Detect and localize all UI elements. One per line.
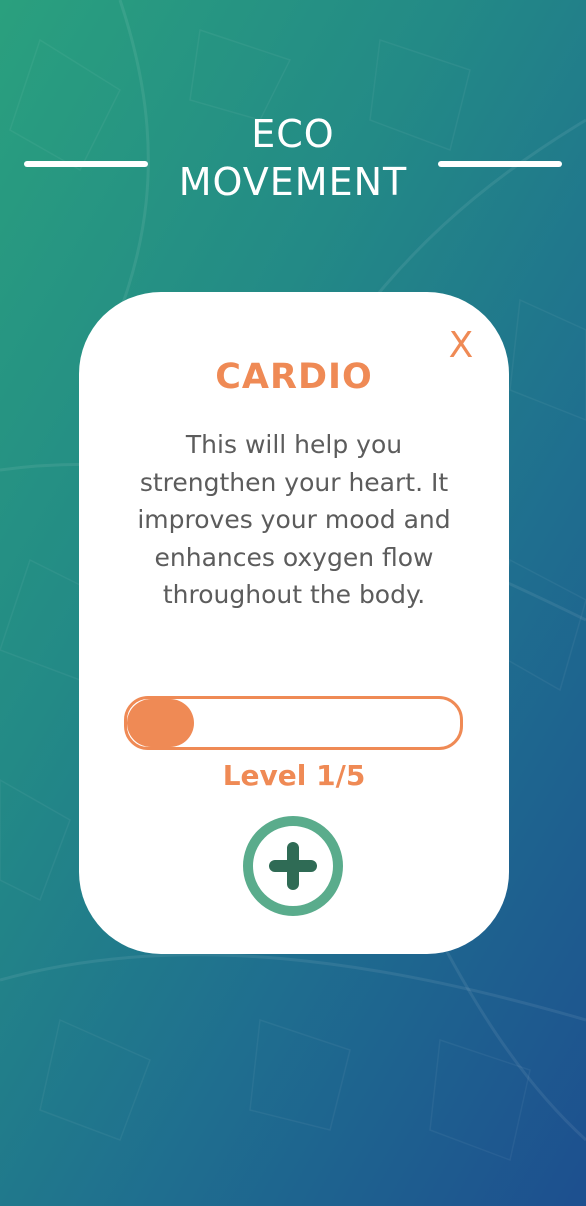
exercise-card: X CARDIO This will help you strengthen y…: [79, 292, 509, 954]
app-title-line1: ECO: [251, 112, 335, 156]
plus-circle-icon: [243, 816, 343, 916]
app-title-line2: MOVEMENT: [178, 160, 408, 204]
app-title: ECO MOVEMENT: [150, 110, 436, 206]
add-level-button[interactable]: [242, 815, 344, 917]
level-progress-fill: [127, 699, 194, 747]
header-divider-right: [438, 161, 562, 167]
exercise-title: CARDIO: [215, 357, 373, 397]
header-divider-left: [24, 161, 148, 167]
level-label: Level 1/5: [222, 759, 366, 792]
level-progress-bar: [124, 696, 463, 750]
app-header: ECO MOVEMENT: [0, 110, 586, 220]
exercise-description: This will help you strengthen your heart…: [137, 430, 451, 609]
